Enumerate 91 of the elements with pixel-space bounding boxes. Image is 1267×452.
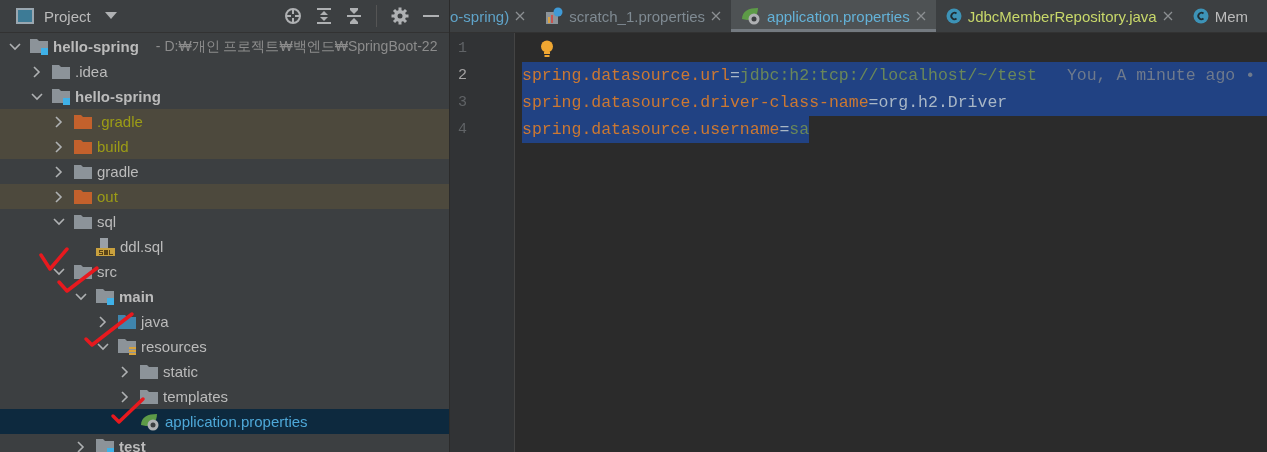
- chevron-right-icon[interactable]: [121, 390, 129, 403]
- folder-icon: [74, 113, 92, 130]
- chevron-right-icon[interactable]: [77, 440, 85, 452]
- folder-icon: [74, 163, 92, 180]
- item-label: application.properties: [165, 413, 308, 430]
- line-number: 2: [457, 66, 468, 86]
- tree-item[interactable]: java: [0, 309, 449, 334]
- tree-item[interactable]: out: [0, 184, 449, 209]
- close-icon[interactable]: [915, 11, 926, 21]
- spring-settings-icon: [741, 7, 762, 25]
- tree-item[interactable]: templates: [0, 384, 449, 409]
- chevron-right-icon[interactable]: [33, 65, 41, 78]
- editor-tab[interactable]: scratch_1.properties: [535, 0, 732, 32]
- chevron-down-icon[interactable]: [53, 267, 65, 276]
- folder-icon: [140, 363, 158, 380]
- editor-tab[interactable]: Mem: [1182, 0, 1258, 32]
- crosshair-icon[interactable]: [284, 7, 302, 25]
- close-icon[interactable]: [515, 11, 526, 21]
- folder-icon: [74, 138, 92, 155]
- chevron-right-icon[interactable]: [55, 115, 63, 128]
- tree-item[interactable]: gradle: [0, 159, 449, 184]
- tree-item[interactable]: ddl.sql: [0, 234, 449, 259]
- module-folder-icon: [30, 38, 48, 55]
- chevron-down-icon[interactable]: [75, 292, 87, 301]
- item-label: build: [97, 138, 129, 155]
- item-label: src: [97, 263, 117, 280]
- tree-item[interactable]: test: [0, 434, 449, 452]
- item-label: hello-spring: [53, 38, 139, 55]
- resources-folder-icon: [118, 338, 136, 355]
- item-label: .idea: [75, 63, 108, 80]
- tree-item[interactable]: build: [0, 134, 449, 159]
- folder-icon: [140, 388, 158, 405]
- module-folder-icon: [52, 88, 70, 105]
- module-folder-icon: [96, 288, 114, 305]
- check-stroke: [83, 311, 135, 348]
- blame-annotation: You, A minute ago •: [1066, 65, 1256, 87]
- tree-item[interactable]: hello-spring - D:₩개인 프로젝트₩백엔드₩SpringBoot-22: [0, 34, 449, 59]
- item-label: ddl.sql: [120, 238, 164, 255]
- item-label: gradle: [97, 163, 139, 180]
- panel-title[interactable]: Project: [44, 7, 91, 25]
- item-label: java: [141, 313, 169, 330]
- window-icon: [16, 8, 34, 24]
- item-label: main: [119, 288, 154, 305]
- module-folder-icon: [96, 438, 114, 452]
- dropdown-caret-icon[interactable]: [104, 12, 117, 20]
- close-icon[interactable]: [1162, 11, 1173, 21]
- item-label: out: [97, 188, 118, 205]
- tree-item[interactable]: .gradle: [0, 109, 449, 134]
- check-stroke: [38, 246, 70, 274]
- check-stroke: [110, 396, 146, 425]
- chevron-right-icon[interactable]: [55, 165, 63, 178]
- tree-item[interactable]: static: [0, 359, 449, 384]
- item-label: resources: [141, 338, 207, 355]
- folder-icon: [74, 213, 92, 230]
- scratch-file-icon: [545, 7, 564, 25]
- tree-item[interactable]: main: [0, 284, 449, 309]
- editor-tab[interactable]: JdbcMemberRepository.java: [935, 0, 1183, 32]
- lightbulb-icon[interactable]: [540, 39, 554, 58]
- chevron-down-icon[interactable]: [97, 342, 109, 351]
- chevron-right-icon[interactable]: [55, 140, 63, 153]
- chevron-right-icon[interactable]: [55, 190, 63, 203]
- item-label: test: [119, 438, 146, 452]
- item-label: .gradle: [97, 113, 143, 130]
- chevron-right-icon[interactable]: [121, 365, 129, 378]
- class-icon: [1192, 8, 1209, 24]
- tree-item[interactable]: resources: [0, 334, 449, 359]
- class-icon: [945, 8, 962, 24]
- expand-all-icon[interactable]: [316, 7, 332, 25]
- project-path: - D:₩개인 프로젝트₩백엔드₩SpringBoot-22: [155, 37, 438, 56]
- item-label: templates: [163, 388, 229, 405]
- folder-icon: [74, 188, 92, 205]
- item-label: static: [163, 363, 198, 380]
- editor-tab[interactable]: application.properties: [731, 0, 936, 32]
- tree-item[interactable]: sql: [0, 209, 449, 234]
- tree-item[interactable]: .idea: [0, 59, 449, 84]
- tree-item[interactable]: hello-spring: [0, 84, 449, 109]
- tree-item[interactable]: src: [0, 259, 449, 284]
- sql-file-icon: [96, 237, 115, 256]
- collapse-all-icon[interactable]: [346, 7, 362, 25]
- folder-icon: [52, 63, 70, 80]
- item-label: sql: [97, 213, 117, 230]
- spring-settings-icon: [140, 412, 160, 431]
- chevron-down-icon[interactable]: [31, 92, 43, 101]
- close-icon[interactable]: [711, 11, 722, 21]
- tree-item[interactable]: application.properties: [0, 409, 449, 434]
- chevron-down-icon[interactable]: [9, 42, 21, 51]
- editor-tab[interactable]: o-spring): [450, 0, 536, 32]
- chevron-right-icon[interactable]: [99, 315, 107, 328]
- item-label: hello-spring: [75, 88, 161, 105]
- settings-icon[interactable]: [391, 7, 409, 25]
- chevron-down-icon[interactable]: [53, 217, 65, 226]
